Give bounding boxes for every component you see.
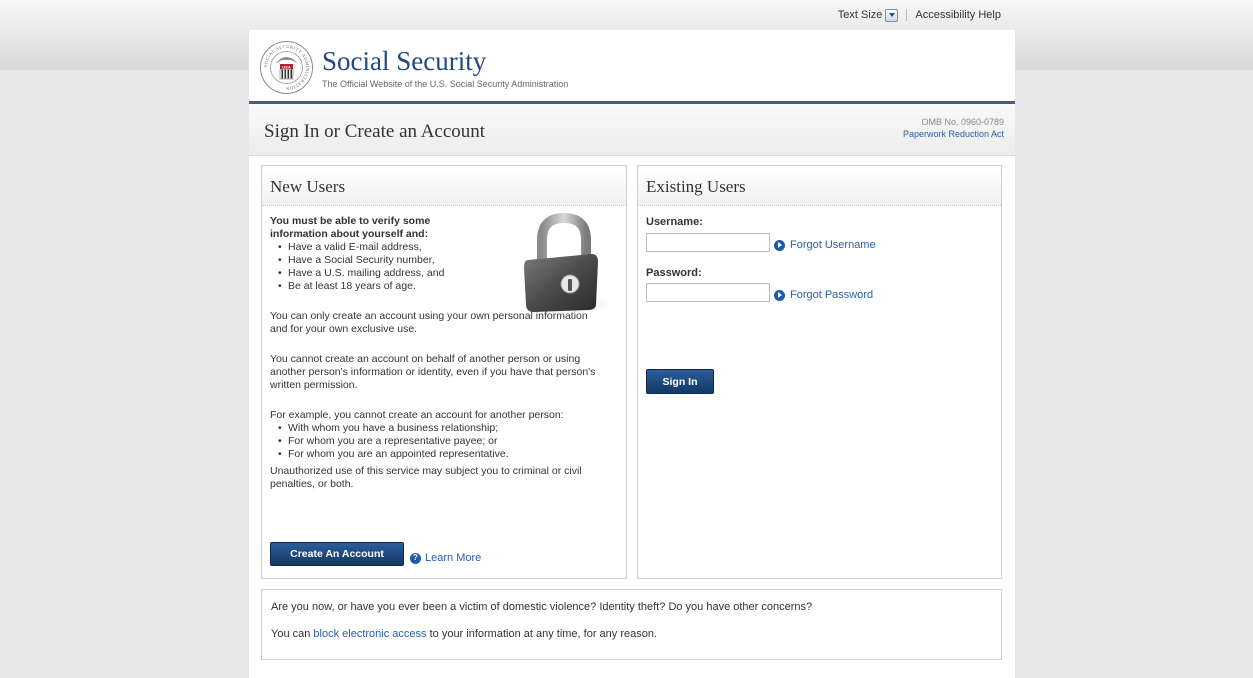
arrow-circle-icon — [774, 289, 785, 301]
concerns-question: Are you now, or have you ever been a vic… — [271, 601, 813, 613]
utility-bar: Text Size Accessibility Help — [249, 0, 1015, 30]
block-access-pre: You can — [271, 628, 311, 640]
requirements-lead: You must be able to verify some informat… — [270, 215, 431, 240]
learn-more-link[interactable]: ? Learn More — [410, 552, 481, 564]
block-access-text: You can block electronic access to your … — [271, 628, 657, 640]
username-label: Username: — [646, 216, 703, 228]
list-item: Have a Social Security number, — [278, 254, 626, 267]
password-input[interactable] — [646, 283, 770, 302]
create-account-button[interactable]: Create An Account — [270, 542, 404, 566]
requirements-list: Have a valid E-mail address, Have a Soci… — [278, 241, 626, 293]
new-users-heading: New Users — [262, 166, 626, 206]
forgot-username-label: Forgot Username — [790, 239, 876, 251]
username-input[interactable] — [646, 233, 770, 252]
text-size-label: Text Size — [837, 9, 883, 21]
page-container: SOCIAL SECURITY ADMINISTRATION USA Socia… — [249, 30, 1015, 678]
password-label: Password: — [646, 267, 702, 279]
accessibility-help-link[interactable]: Accessibility Help — [915, 9, 1001, 21]
site-subtitle: The Official Website of the U.S. Social … — [322, 79, 569, 89]
forgot-username-link[interactable]: Forgot Username — [774, 239, 876, 251]
divider — [906, 9, 908, 21]
list-item: Be at least 18 years of age. — [278, 280, 626, 293]
concerns-panel: Are you now, or have you ever been a vic… — [261, 589, 1002, 660]
list-item: For whom you are an appointed representa… — [278, 448, 626, 461]
omb-number: OMB No. 0960-0789 — [921, 117, 1004, 127]
example-intro-text: For example, you cannot create an accoun… — [270, 409, 564, 421]
paperwork-reduction-act-link[interactable]: Paperwork Reduction Act — [903, 129, 1004, 139]
learn-more-label: Learn More — [425, 552, 482, 564]
list-item: Have a valid E-mail address, — [278, 241, 626, 254]
page-title: Sign In or Create an Account — [264, 121, 486, 142]
arrow-circle-icon — [774, 239, 785, 251]
block-access-post: to your information at any time, for any… — [429, 628, 658, 640]
forgot-password-label: Forgot Password — [790, 289, 874, 301]
existing-users-heading: Existing Users — [638, 166, 1001, 206]
help-icon: ? — [410, 552, 421, 564]
block-electronic-access-link[interactable]: block electronic access — [313, 628, 426, 640]
list-item: Have a U.S. mailing address, and — [278, 267, 626, 280]
text-size-dropdown-icon[interactable] — [885, 8, 899, 22]
forgot-password-link[interactable]: Forgot Password — [774, 289, 873, 301]
sign-in-button[interactable]: Sign In — [646, 369, 714, 394]
new-users-panel: New Users You must be able to verify som… — [261, 165, 627, 579]
examples-list: With whom you have a business relationsh… — [278, 422, 626, 461]
site-title[interactable]: Social Security — [322, 46, 486, 77]
site-header: SOCIAL SECURITY ADMINISTRATION USA Socia… — [249, 30, 1015, 104]
list-item: With whom you have a business relationsh… — [278, 422, 626, 435]
seal-usa-text: USA — [282, 64, 291, 69]
list-item: For whom you are a representative payee;… — [278, 435, 626, 448]
text-size-control[interactable]: Text Size — [837, 8, 899, 22]
existing-users-panel: Existing Users Username: Forgot Username… — [637, 165, 1002, 579]
penalties-text: Unauthorized use of this service may sub… — [270, 465, 582, 490]
title-bar: Sign In or Create an Account OMB No. 096… — [249, 104, 1015, 156]
new-users-body: You must be able to verify some informat… — [262, 206, 626, 491]
no-proxy-text: You cannot create an account on behalf o… — [270, 353, 596, 391]
ssa-seal-logo[interactable]: SOCIAL SECURITY ADMINISTRATION USA — [259, 40, 314, 95]
